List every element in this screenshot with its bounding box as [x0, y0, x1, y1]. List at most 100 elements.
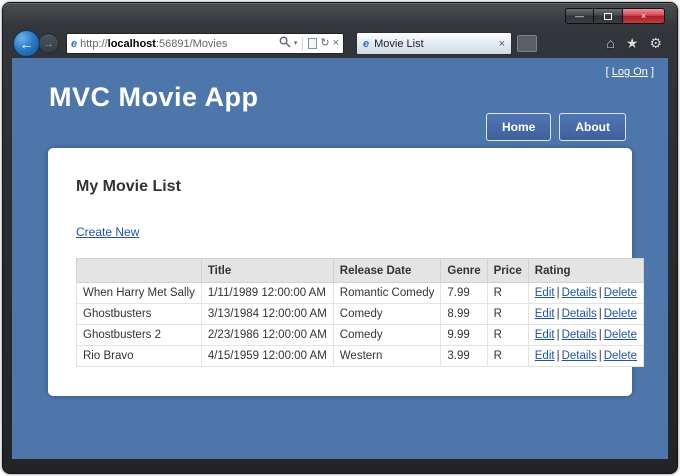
genre-cell: Romantic Comedy: [332, 282, 442, 304]
rating-cell: R: [486, 345, 529, 367]
home-icon[interactable]: ⌂: [606, 35, 614, 52]
actions-cell: Edit | Details | Delete: [527, 303, 645, 325]
url-text: http://localhost:56891/Movies: [80, 38, 227, 50]
nav-home-button[interactable]: Home: [486, 113, 552, 141]
url-path: :56891/Movies: [155, 37, 228, 50]
release-date-cell: 3/13/1984 12:00:00 AM: [200, 303, 334, 325]
table-header-row: Title Release Date Genre Price Rating: [76, 258, 645, 283]
edit-link[interactable]: Edit: [535, 350, 555, 362]
column-header-title: Title: [200, 258, 334, 283]
browser-window: — × ← → e http://localhost:56891/Movies …: [2, 2, 678, 474]
maximize-icon: [604, 12, 612, 20]
minimize-icon: —: [575, 10, 584, 21]
movies-table: Title Release Date Genre Price Rating Wh…: [76, 258, 645, 367]
movie-name-cell: Rio Bravo: [76, 345, 202, 367]
main-nav: Home About: [486, 113, 626, 141]
maximize-button[interactable]: [594, 8, 623, 24]
genre-cell: Western: [332, 345, 442, 367]
action-separator: |: [598, 287, 602, 299]
delete-link[interactable]: Delete: [604, 308, 637, 320]
table-row: Ghostbusters 2 2/23/1986 12:00:00 AM Com…: [76, 324, 645, 346]
window-controls: — ×: [565, 8, 665, 24]
logon-area: [ Log On ]: [606, 66, 654, 78]
back-button[interactable]: ←: [13, 30, 40, 57]
action-separator: |: [598, 350, 602, 362]
delete-link[interactable]: Delete: [604, 287, 637, 299]
actions-cell: Edit | Details | Delete: [527, 324, 645, 346]
table-row: Ghostbusters 3/13/1984 12:00:00 AM Comed…: [76, 303, 645, 325]
forward-icon: →: [43, 37, 54, 50]
action-separator: |: [556, 329, 560, 341]
tab-close-icon[interactable]: ×: [499, 38, 505, 50]
logon-bracket-open: [: [605, 66, 609, 78]
stop-icon[interactable]: ×: [333, 38, 339, 49]
movie-name-cell: Ghostbusters: [76, 303, 202, 325]
tab-favicon-icon: e: [363, 37, 370, 50]
minimize-button[interactable]: —: [565, 8, 594, 24]
movie-name-cell: When Harry Met Sally: [76, 282, 202, 304]
genre-cell: Comedy: [332, 324, 442, 346]
page-viewport: [ Log On ] MVC Movie App Home About My M…: [12, 58, 668, 459]
browser-toolbar: ← → e http://localhost:56891/Movies ▾ ↻ …: [13, 30, 667, 57]
column-header-genre: Genre: [440, 258, 488, 283]
action-separator: |: [556, 308, 560, 320]
url-host: localhost: [107, 37, 156, 50]
tab-movie-list[interactable]: e Movie List ×: [356, 32, 512, 55]
action-separator: |: [598, 308, 602, 320]
column-header-blank: [76, 258, 202, 283]
create-new-link[interactable]: Create New: [76, 225, 139, 239]
tools-gear-icon[interactable]: ⚙: [649, 35, 662, 52]
table-row: When Harry Met Sally 1/11/1989 12:00:00 …: [76, 282, 645, 304]
details-link[interactable]: Details: [562, 308, 597, 320]
close-icon: ×: [640, 10, 647, 21]
edit-link[interactable]: Edit: [535, 287, 555, 299]
action-separator: |: [556, 287, 560, 299]
movie-name-cell: Ghostbusters 2: [76, 324, 202, 346]
address-bar[interactable]: e http://localhost:56891/Movies ▾ ↻ ×: [66, 33, 344, 54]
column-header-price: Price: [486, 258, 529, 283]
release-date-cell: 2/23/1986 12:00:00 AM: [200, 324, 334, 346]
delete-link[interactable]: Delete: [604, 329, 637, 341]
column-header-rating: Rating: [527, 258, 645, 283]
actions-cell: Edit | Details | Delete: [527, 345, 645, 367]
rating-cell: R: [486, 303, 529, 325]
back-icon: ←: [19, 35, 34, 52]
edit-link[interactable]: Edit: [535, 329, 555, 341]
nav-about-button[interactable]: About: [559, 113, 626, 141]
logon-bracket-close: ]: [650, 66, 654, 78]
compatibility-view-icon[interactable]: [308, 38, 318, 49]
action-separator: |: [598, 329, 602, 341]
release-date-cell: 4/15/1959 12:00:00 AM: [200, 345, 334, 367]
rating-cell: R: [486, 282, 529, 304]
price-cell: 8.99: [440, 303, 488, 325]
page-heading: My Movie List: [76, 178, 181, 195]
edit-link[interactable]: Edit: [535, 308, 555, 320]
price-cell: 3.99: [440, 345, 488, 367]
new-tab-button[interactable]: [517, 35, 537, 52]
details-link[interactable]: Details: [562, 287, 597, 299]
search-icon[interactable]: [279, 36, 291, 51]
forward-button[interactable]: →: [38, 33, 59, 54]
address-dropdown-icon[interactable]: ▾: [294, 40, 298, 47]
rating-cell: R: [486, 324, 529, 346]
price-cell: 7.99: [440, 282, 488, 304]
ie-favicon-icon: e: [71, 37, 78, 50]
close-button[interactable]: ×: [623, 8, 665, 24]
release-date-cell: 1/11/1989 12:00:00 AM: [200, 282, 334, 304]
favorites-star-icon[interactable]: ★: [626, 35, 639, 52]
chrome-icons: ⌂ ★ ⚙: [606, 35, 662, 52]
action-separator: |: [556, 350, 560, 362]
details-link[interactable]: Details: [562, 350, 597, 362]
delete-link[interactable]: Delete: [604, 350, 637, 362]
tab-title: Movie List: [374, 37, 424, 50]
actions-cell: Edit | Details | Delete: [527, 282, 645, 304]
logon-link[interactable]: Log On: [612, 66, 648, 78]
column-header-release-date: Release Date: [332, 258, 442, 283]
app-title: MVC Movie App: [49, 82, 259, 112]
content-card: My Movie List Create New Title Release D…: [48, 148, 645, 396]
price-cell: 9.99: [440, 324, 488, 346]
genre-cell: Comedy: [332, 303, 442, 325]
refresh-icon[interactable]: ↻: [320, 38, 329, 49]
details-link[interactable]: Details: [562, 329, 597, 341]
address-bar-divider: [302, 36, 304, 51]
